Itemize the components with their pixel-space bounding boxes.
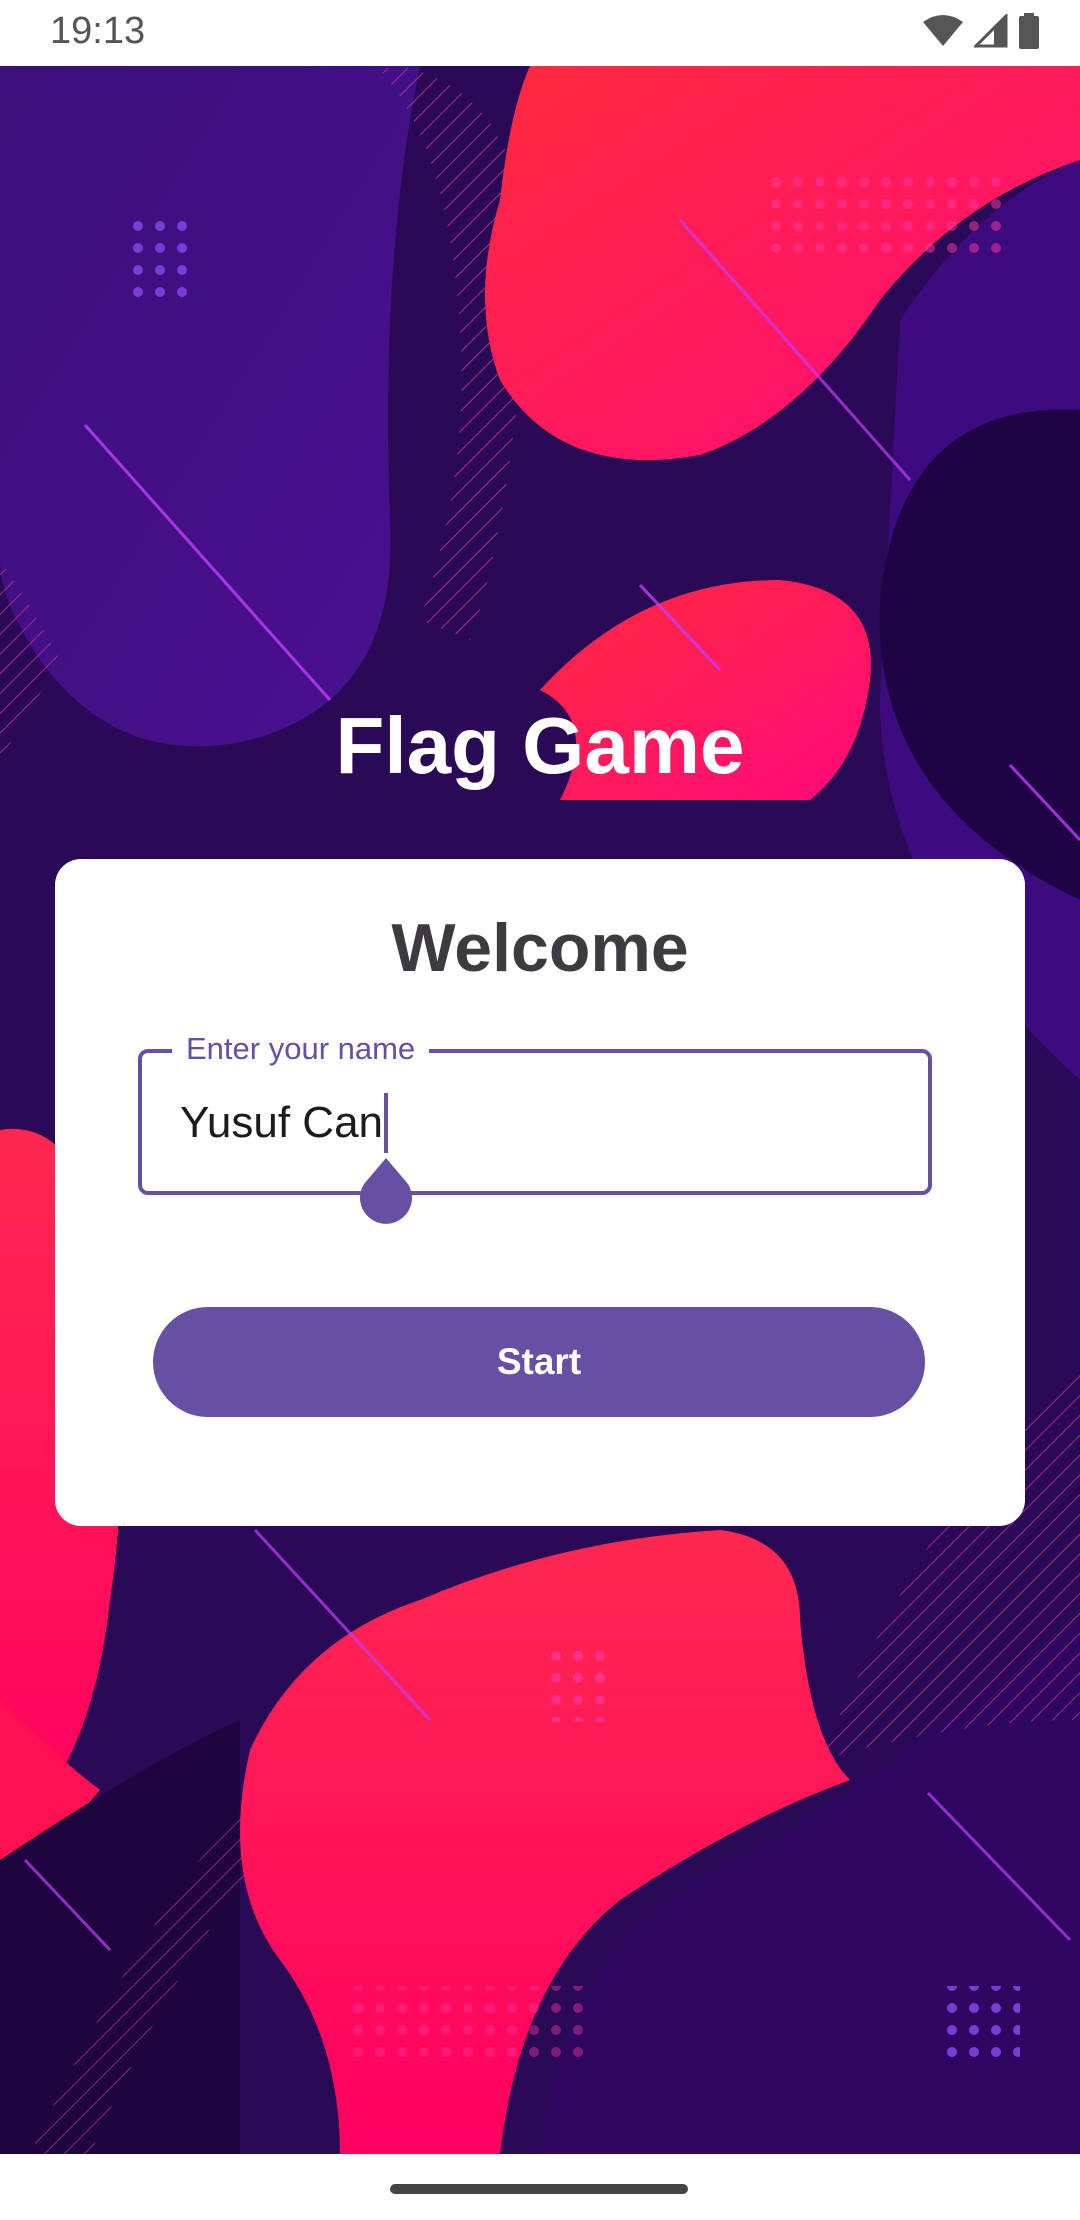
status-time: 19:13 [50, 10, 146, 52]
battery-icon [1018, 12, 1040, 54]
navigation-bar [0, 2154, 1080, 2220]
start-button[interactable]: Start [153, 1307, 925, 1417]
status-icons [922, 11, 1040, 54]
name-input-value: Yusuf Can [180, 1098, 384, 1147]
welcome-heading: Welcome [391, 910, 689, 986]
status-bar: 19:13 [0, 0, 1080, 66]
app-screen: 19:13 Flag Game Welcome Enter your name … [0, 0, 1080, 2220]
name-field-label: Enter your name [172, 1031, 430, 1067]
name-field[interactable]: Enter your name Yusuf Can [138, 1031, 932, 1195]
home-gesture-handle[interactable] [390, 2184, 688, 2194]
signal-icon [972, 11, 1008, 53]
text-cursor [384, 1093, 389, 1153]
app-title: Flag Game [335, 701, 745, 790]
welcome-card: Welcome Enter your name Yusuf Can Start [55, 859, 1025, 1526]
name-input[interactable]: Yusuf Can [180, 1093, 389, 1153]
wifi-icon [922, 14, 964, 53]
cursor-handle-icon[interactable] [358, 1158, 414, 1224]
